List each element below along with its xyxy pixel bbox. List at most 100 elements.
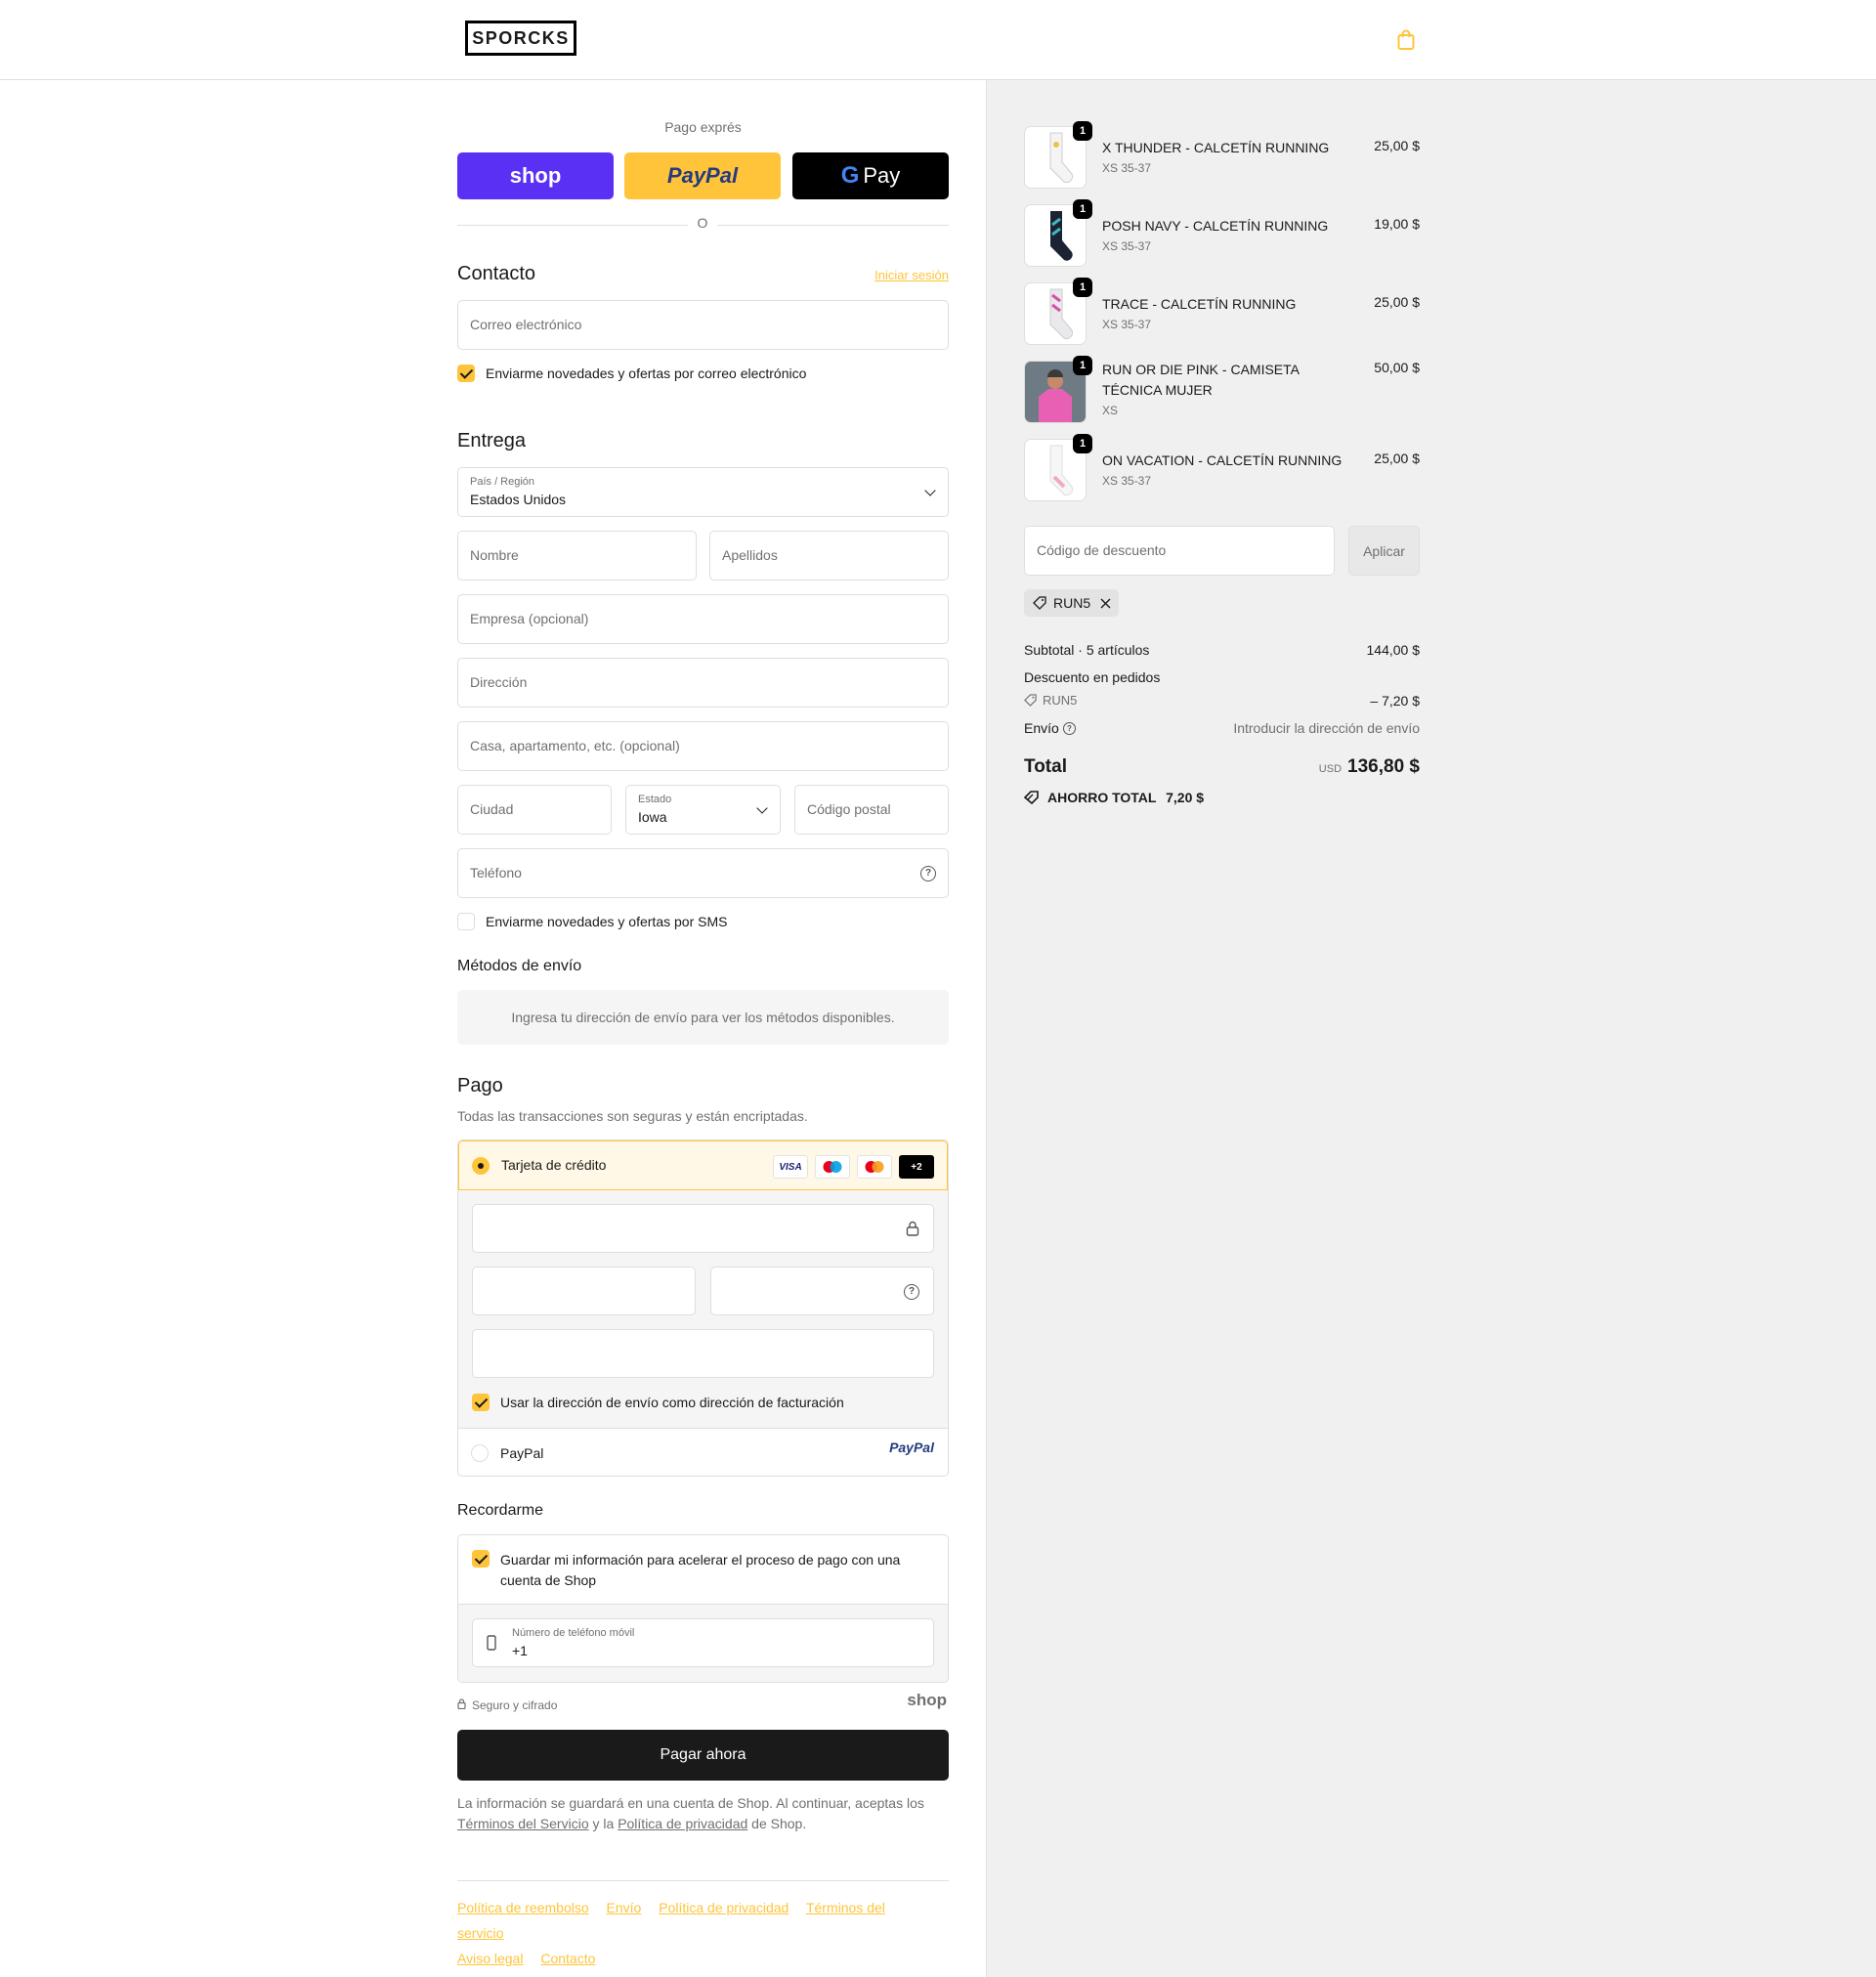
city-placeholder: Ciudad xyxy=(470,801,514,817)
cardholder-name-field[interactable] xyxy=(472,1329,934,1378)
paypal-logo: PayPal xyxy=(889,1440,934,1455)
card-number-field[interactable] xyxy=(472,1204,934,1253)
mastercard-icon xyxy=(857,1155,892,1179)
last-name-field[interactable]: Apellidos xyxy=(709,531,949,580)
address-field[interactable]: Dirección xyxy=(457,658,949,708)
zip-field[interactable]: Código postal xyxy=(794,785,949,835)
sms-checkbox[interactable] xyxy=(457,913,475,930)
payment-subtitle: Todas las transacciones son seguras y es… xyxy=(457,1108,808,1124)
sms-label: Enviarme novedades y ofertas por SMS xyxy=(486,914,728,929)
quantity-badge: 1 xyxy=(1073,434,1092,453)
security-code-field[interactable]: ? xyxy=(710,1267,934,1315)
phone-placeholder: Teléfono xyxy=(470,865,522,881)
help-icon[interactable]: ? xyxy=(920,866,936,881)
google-pay-button[interactable]: G Pay xyxy=(792,152,949,199)
legal-line: La información se guardará en una cuenta… xyxy=(457,1795,924,1811)
payment-methods-box: Tarjeta de crédito VISA +2 ? Usar la dir… xyxy=(457,1139,949,1477)
savings-row: AHORRO TOTAL 7,20 $ xyxy=(1024,790,1420,805)
discount-row: Descuento en pedidos xyxy=(1024,669,1420,685)
legal-text: La información se guardará en una cuenta… xyxy=(457,1793,949,1834)
save-info-label: Guardar mi información para acelerar el … xyxy=(500,1552,901,1588)
apartment-field[interactable]: Casa, apartamento, etc. (opcional) xyxy=(457,721,949,771)
credit-card-option[interactable]: Tarjeta de crédito VISA +2 xyxy=(458,1140,948,1190)
country-select[interactable]: País / Región Estados Unidos xyxy=(457,467,949,517)
more-cards-badge: +2 xyxy=(899,1155,934,1179)
privacy-link[interactable]: Política de privacidad xyxy=(618,1816,747,1831)
expiry-field[interactable] xyxy=(472,1267,696,1315)
help-icon[interactable]: ? xyxy=(904,1284,919,1300)
item-price: 25,00 $ xyxy=(1374,138,1420,153)
help-icon[interactable]: ? xyxy=(1063,722,1076,735)
currency-code: USD xyxy=(1318,763,1343,775)
payment-title: Pago xyxy=(457,1075,503,1096)
line-item: 1 TRACE - CALCETÍN RUNNING XS 35-37 25,0… xyxy=(1024,278,1420,347)
credit-card-radio[interactable] xyxy=(472,1157,490,1175)
apartment-placeholder: Casa, apartamento, etc. (opcional) xyxy=(470,738,680,753)
company-field[interactable]: Empresa (opcional) xyxy=(457,594,949,644)
sporcks-logo[interactable]: SPORCKS xyxy=(465,21,576,56)
footer-link-shipping[interactable]: Envío xyxy=(607,1900,642,1915)
footer-link-contact[interactable]: Contacto xyxy=(540,1951,595,1966)
save-info-checkbox[interactable] xyxy=(472,1550,490,1568)
footer-link-refund[interactable]: Política de reembolso xyxy=(457,1900,589,1915)
secure-text: Seguro y cifrado xyxy=(472,1698,558,1712)
phone-field[interactable]: Teléfono ? xyxy=(457,848,949,898)
address-placeholder: Dirección xyxy=(470,674,528,690)
total-value: 136,80 $ xyxy=(1347,756,1420,777)
login-link[interactable]: Iniciar sesión xyxy=(874,268,949,282)
newsletter-checkbox[interactable] xyxy=(457,365,475,382)
quantity-badge: 1 xyxy=(1073,121,1092,141)
delivery-title: Entrega xyxy=(457,430,527,451)
applied-code-tag: RUN5 xyxy=(1024,589,1120,617)
first-name-placeholder: Nombre xyxy=(470,547,519,563)
discount-code-row: RUN5 – 7,20 $ xyxy=(1024,693,1420,709)
email-field[interactable]: Correo electrónico xyxy=(457,300,949,350)
paypal-option[interactable]: PayPal PayPal xyxy=(458,1429,948,1476)
express-checkout-title: Pago exprés xyxy=(664,119,742,135)
chevron-down-icon xyxy=(924,485,936,496)
paypal-label: PayPal xyxy=(666,163,739,188)
shipping-value: Introducir la dirección de envío xyxy=(1233,720,1420,736)
city-field[interactable]: Ciudad xyxy=(457,785,612,835)
shipping-row: Envío ? Introducir la dirección de envío xyxy=(1024,720,1420,736)
card-form: ? Usar la dirección de envío como direcc… xyxy=(458,1190,948,1428)
country-value: Estados Unidos xyxy=(470,492,567,507)
item-name: TRACE - CALCETÍN RUNNING xyxy=(1102,296,1297,312)
pay-now-button[interactable]: Pagar ahora xyxy=(457,1730,949,1781)
apply-discount-button[interactable]: Aplicar xyxy=(1348,526,1420,576)
paypal-radio[interactable] xyxy=(471,1444,489,1462)
footer-link-privacy[interactable]: Política de privacidad xyxy=(659,1900,789,1915)
discount-placeholder: Código de descuento xyxy=(1037,542,1167,558)
mobile-phone-icon xyxy=(487,1635,496,1651)
mobile-phone-field[interactable]: Número de teléfono móvil +1 xyxy=(472,1618,934,1667)
zip-placeholder: Código postal xyxy=(807,801,891,817)
company-placeholder: Empresa (opcional) xyxy=(470,611,589,626)
lock-icon xyxy=(457,1698,466,1709)
billing-same-label: Usar la dirección de envío como direcció… xyxy=(500,1395,844,1410)
credit-card-label: Tarjeta de crédito xyxy=(501,1157,607,1173)
line-item: 1 RUN OR DIE PINK - CAMISETA TÉCNICA MUJ… xyxy=(1024,356,1420,425)
item-price: 50,00 $ xyxy=(1374,360,1420,375)
shop-pay-button[interactable]: shop xyxy=(457,152,614,199)
chevron-down-icon xyxy=(756,802,768,814)
first-name-field[interactable]: Nombre xyxy=(457,531,697,580)
shopping-bag-icon[interactable] xyxy=(1397,29,1415,51)
header: SPORCKS xyxy=(0,0,1876,80)
item-name: POSH NAVY - CALCETÍN RUNNING xyxy=(1102,218,1329,234)
item-name: X THUNDER - CALCETÍN RUNNING xyxy=(1102,140,1330,155)
close-icon[interactable] xyxy=(1100,598,1111,609)
state-select[interactable]: Estado Iowa xyxy=(625,785,781,835)
footer-links: Política de reembolso Envío Política de … xyxy=(457,1895,949,1971)
discount-code-field[interactable]: Código de descuento xyxy=(1024,526,1335,576)
quantity-badge: 1 xyxy=(1073,199,1092,219)
savings-label: AHORRO TOTAL xyxy=(1047,790,1157,805)
footer-link-legal[interactable]: Aviso legal xyxy=(457,1951,523,1966)
paypal-express-button[interactable]: PayPal xyxy=(624,152,781,199)
billing-same-checkbox[interactable] xyxy=(472,1394,490,1411)
google-g-icon: G xyxy=(840,162,860,189)
terms-link[interactable]: Términos del Servicio xyxy=(457,1816,589,1831)
shop-logo: shop xyxy=(907,1691,947,1709)
tag-icon xyxy=(1024,791,1039,804)
newsletter-label: Enviarme novedades y ofertas por correo … xyxy=(486,365,807,381)
or-separator: O xyxy=(688,215,717,231)
